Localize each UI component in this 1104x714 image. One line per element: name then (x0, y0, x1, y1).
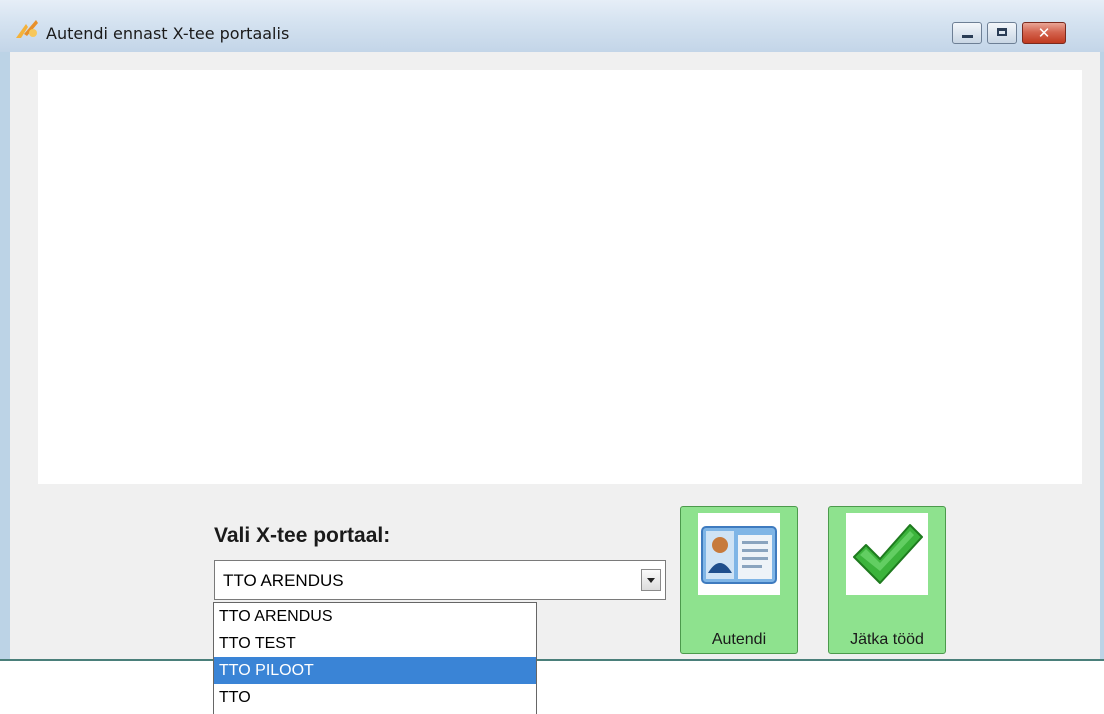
dropdown-option-tto-arendus[interactable]: TTO ARENDUS (214, 603, 536, 630)
window-title: Autendi ennast X-tee portaalis (46, 24, 290, 43)
portal-combobox[interactable]: TTO ARENDUS (214, 560, 666, 600)
minimize-button[interactable] (952, 22, 982, 44)
portal-content-area (38, 70, 1082, 484)
id-card-icon (698, 513, 780, 595)
close-icon: ✕ (1037, 24, 1051, 42)
continue-work-button[interactable]: Jätka tööd (828, 506, 946, 654)
app-icon (16, 20, 38, 38)
minimize-icon (962, 35, 973, 38)
checkmark-icon (846, 513, 928, 595)
portal-dropdown-list: TTO ARENDUS TTO TEST TTO PILOOT TTO (213, 602, 537, 714)
app-window: Autendi ennast X-tee portaalis ✕ Vali X-… (0, 0, 1104, 660)
dropdown-option-tto-piloot[interactable]: TTO PILOOT (214, 657, 536, 684)
title-bar[interactable]: Autendi ennast X-tee portaalis ✕ (0, 0, 1104, 52)
portal-select-label: Vali X-tee portaal: (214, 524, 391, 547)
authenticate-button[interactable]: Autendi (680, 506, 798, 654)
dropdown-option-tto[interactable]: TTO (214, 684, 536, 711)
chevron-down-icon[interactable] (641, 569, 661, 591)
maximize-button[interactable] (987, 22, 1017, 44)
dropdown-option-tto-test[interactable]: TTO TEST (214, 630, 536, 657)
close-button[interactable]: ✕ (1022, 22, 1066, 44)
continue-work-button-label: Jätka tööd (850, 631, 924, 648)
portal-combobox-value: TTO ARENDUS (223, 571, 344, 590)
authenticate-button-label: Autendi (711, 631, 767, 648)
window-bottom-edge (0, 659, 1104, 661)
window-client-area: Vali X-tee portaal: TTO ARENDUS Autendi (10, 52, 1100, 660)
maximize-icon (997, 28, 1007, 36)
